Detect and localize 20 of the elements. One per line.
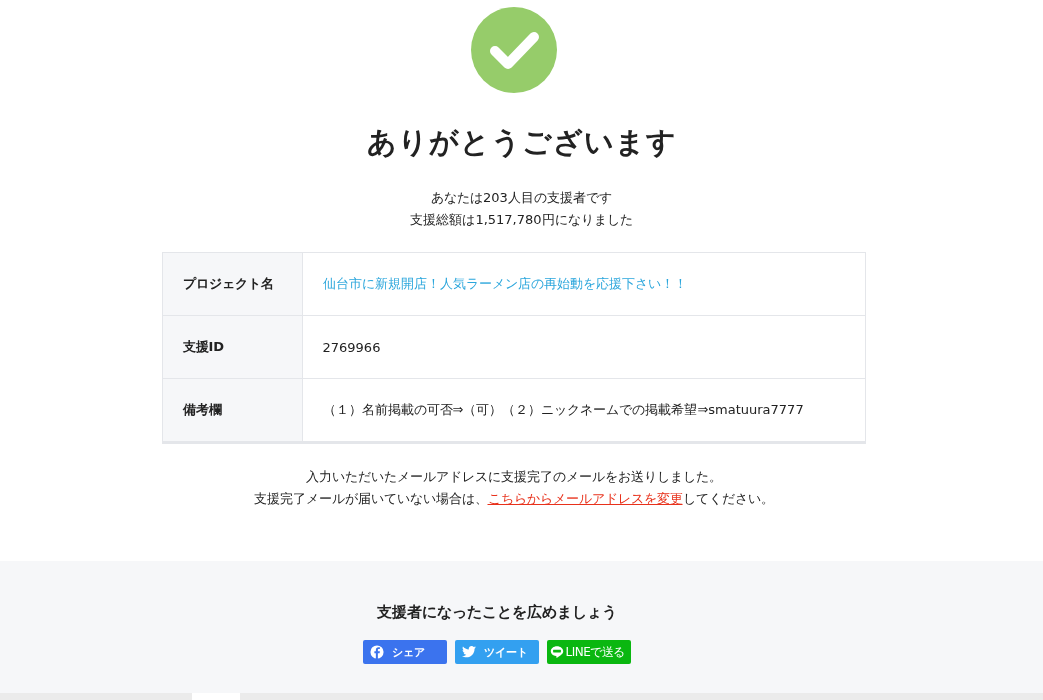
facebook-icon <box>369 645 384 659</box>
page-title: ありがとうございます <box>366 124 677 161</box>
share-heading: 支援者になったことを広めましょう <box>376 603 617 622</box>
summary-text: 支援総額は1,517,780円になりました <box>410 211 633 229</box>
bird-icon <box>461 645 476 659</box>
row-value: （１）名前掲載の可否⇒（可）（２）ニックネームでの掲載希望⇒smatuura7777 <box>322 401 804 419</box>
share-button[interactable]: シェア <box>362 640 447 664</box>
notice-text: 支援完了メールが届いていない場合は、こちらからメールアドレスを変更 してください。 <box>253 490 774 508</box>
row-label: プロジェクト名 <box>162 253 303 315</box>
row-value: 2769966 <box>322 339 381 355</box>
row-label: 支援ID <box>162 316 303 378</box>
project-link[interactable]: 仙台市に新規開店！人気ラーメン店の再始動を応援下さい！！ <box>322 275 687 293</box>
chat-bubble-icon <box>549 645 564 659</box>
row-label: 備考欄 <box>162 379 303 441</box>
check-icon <box>470 7 557 93</box>
change-email-link[interactable]: こちらからメールアドレスを変更 <box>487 491 683 506</box>
share-button[interactable]: LINEで送る <box>546 640 631 664</box>
notice-text: 入力いただいたメールアドレスに支援完了のメールをお送りしました。 <box>304 468 723 486</box>
share-button[interactable]: ツイート <box>454 640 539 664</box>
summary-text: あなたは203人目の支援者です <box>430 189 613 207</box>
